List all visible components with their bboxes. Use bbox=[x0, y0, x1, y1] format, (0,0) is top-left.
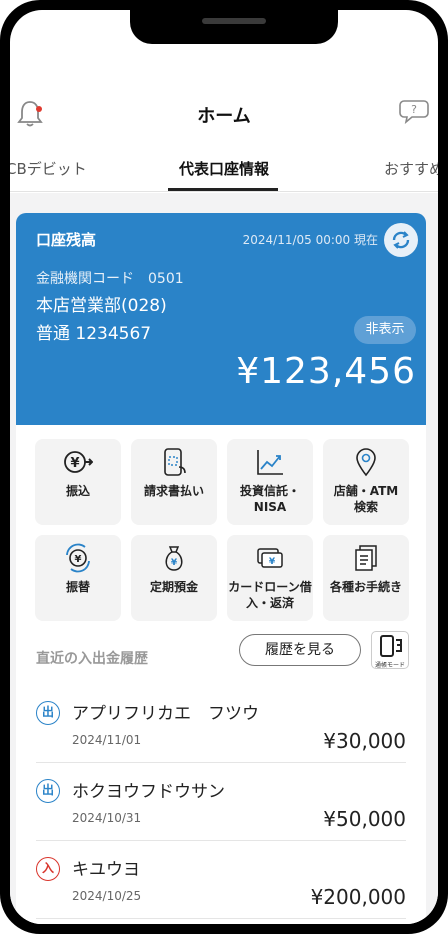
procedures-label: 各種お手続き bbox=[329, 580, 402, 594]
card-loan-icon: ¥ bbox=[257, 548, 283, 568]
time-deposit-button[interactable]: ¥ 定期預金 bbox=[131, 535, 217, 621]
history-heading: 直近の入出金履歴 bbox=[36, 651, 148, 667]
procedures-button[interactable]: 各種お手続き bbox=[323, 535, 409, 621]
svg-text:¥: ¥ bbox=[269, 557, 276, 567]
tab-recommended[interactable]: おすすめ bbox=[384, 158, 438, 179]
balance-as-of: 2024/11/05 00:00 現在 bbox=[242, 233, 378, 247]
investment-chart-icon bbox=[257, 450, 283, 475]
passbook-mode-icon bbox=[380, 635, 402, 657]
card-loan-label: カードローン借入・返済 bbox=[228, 580, 312, 610]
account-transfer-label: 振替 bbox=[65, 580, 90, 594]
transaction-amount: ¥200,000 bbox=[310, 885, 406, 909]
transaction-date: 2024/11/01 bbox=[72, 733, 142, 747]
balance-card-title: 口座残高 bbox=[36, 231, 97, 249]
phone-frame: ホーム ? CBデビット 代表口座情報 おすすめ 口座残高 2024/11/05… bbox=[0, 0, 448, 934]
tab-bar: CBデビット 代表口座情報 おすすめ bbox=[10, 150, 438, 192]
balance-card: 口座残高 2024/11/05 00:00 現在 金融機関コード 0501 本店… bbox=[16, 213, 426, 425]
app-header: ホーム ? bbox=[10, 88, 438, 138]
deposit-badge: 入 bbox=[36, 857, 60, 881]
passbook-mode-button[interactable]: 通帳モード bbox=[371, 631, 409, 669]
actions-panel: ¥ 振込 請求書払い 投資信託・NISA 店舗・ATM検索 ¥ 振替 ¥ 定期預… bbox=[16, 425, 426, 924]
withdrawal-badge: 出 bbox=[36, 701, 60, 725]
bill-payment-label: 請求書払い bbox=[143, 484, 204, 498]
svg-text:¥: ¥ bbox=[75, 554, 82, 565]
device-notch bbox=[130, 10, 338, 44]
transaction-name: ホクヨウフドウサン bbox=[72, 782, 225, 802]
branch-atm-search-label: 店舗・ATM検索 bbox=[333, 484, 399, 514]
svg-text:¥: ¥ bbox=[70, 456, 79, 471]
balance-amount: ¥123,456 bbox=[236, 351, 416, 392]
branch-name: 本店営業部(028) bbox=[36, 296, 167, 316]
card-loan-button[interactable]: ¥ カードローン借入・返済 bbox=[227, 535, 313, 621]
transaction-name: アプリフリカエ フツウ bbox=[72, 704, 259, 724]
investment-nisa-button[interactable]: 投資信託・NISA bbox=[227, 439, 313, 525]
documents-icon bbox=[355, 545, 377, 571]
investment-nisa-label: 投資信託・NISA bbox=[239, 484, 300, 514]
account-transfer-button[interactable]: ¥ 振替 bbox=[35, 535, 121, 621]
transaction-amount: ¥50,000 bbox=[323, 807, 406, 831]
location-pin-icon bbox=[356, 448, 376, 477]
page-title: ホーム bbox=[197, 106, 251, 127]
svg-text:¥: ¥ bbox=[171, 558, 178, 568]
passbook-mode-label: 通帳モード bbox=[374, 662, 405, 669]
app-screen: ホーム ? CBデビット 代表口座情報 おすすめ 口座残高 2024/11/05… bbox=[10, 10, 438, 924]
account-number: 普通 1234567 bbox=[36, 324, 152, 344]
branch-atm-search-button[interactable]: 店舗・ATM検索 bbox=[323, 439, 409, 525]
exchange-yen-icon: ¥ bbox=[66, 543, 90, 573]
help-icon[interactable]: ? bbox=[398, 98, 430, 125]
active-tab-indicator bbox=[168, 188, 278, 191]
money-bag-icon: ¥ bbox=[165, 546, 183, 571]
transaction-date: 2024/10/25 bbox=[72, 889, 142, 903]
transfer-label: 振込 bbox=[65, 484, 90, 498]
svg-text:?: ? bbox=[411, 103, 417, 116]
transaction-row[interactable]: 出 ホクヨウフドウサン 2024/10/31 ¥50,000 bbox=[36, 763, 406, 841]
time-deposit-label: 定期預金 bbox=[149, 580, 198, 594]
withdrawal-badge: 出 bbox=[36, 779, 60, 803]
tab-representative-account[interactable]: 代表口座情報 bbox=[10, 158, 438, 179]
hide-balance-button[interactable]: 非表示 bbox=[354, 316, 416, 344]
transfer-yen-icon: ¥ bbox=[64, 451, 93, 473]
bill-payment-button[interactable]: 請求書払い bbox=[131, 439, 217, 525]
bank-code: 金融機関コード 0501 bbox=[36, 271, 184, 287]
transfer-button[interactable]: ¥ 振込 bbox=[35, 439, 121, 525]
bill-payment-icon bbox=[164, 448, 186, 476]
transaction-name: キユウヨ bbox=[72, 860, 140, 880]
refresh-icon[interactable] bbox=[384, 223, 418, 257]
transaction-date: 2024/10/31 bbox=[72, 811, 142, 825]
transaction-row[interactable]: 入 キユウヨ 2024/10/25 ¥200,000 bbox=[36, 841, 406, 919]
transaction-amount: ¥30,000 bbox=[323, 729, 406, 753]
transaction-row[interactable]: 出 アプリフリカエ フツウ 2024/11/01 ¥30,000 bbox=[36, 685, 406, 763]
main-content: 口座残高 2024/11/05 00:00 現在 金融機関コード 0501 本店… bbox=[10, 193, 438, 924]
view-history-button[interactable]: 履歴を見る bbox=[239, 634, 361, 666]
